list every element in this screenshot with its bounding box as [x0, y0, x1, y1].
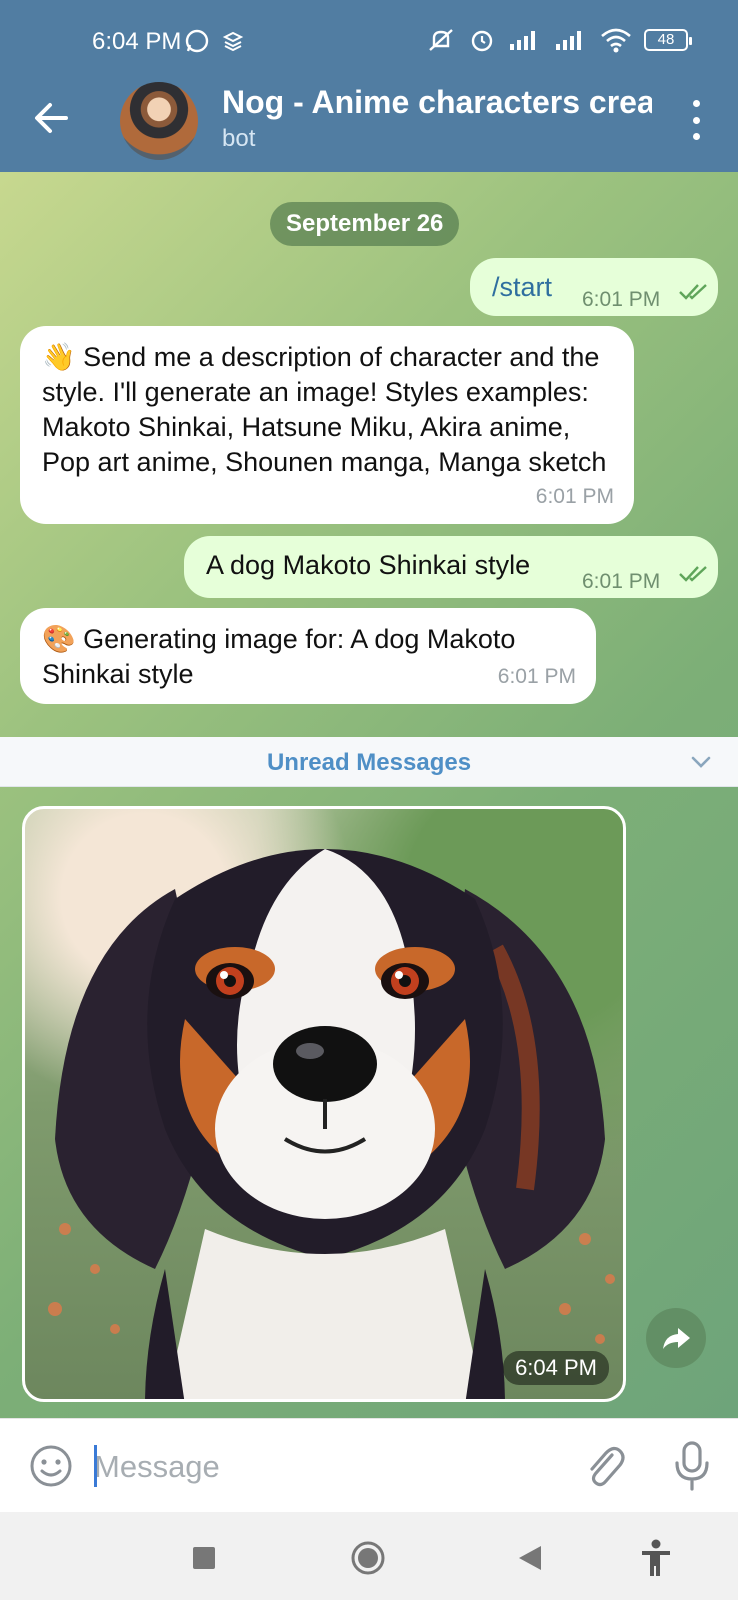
date-chip: September 26 [270, 202, 460, 246]
message-incoming[interactable]: 🎨 Generating image for: A dog Makoto Shi… [20, 608, 596, 704]
more-vert-icon [692, 100, 700, 107]
message-outgoing[interactable]: /start 6:01 PM [470, 258, 718, 316]
voice-message-button[interactable] [672, 1439, 712, 1493]
recents-button[interactable] [184, 1538, 224, 1578]
whatsapp-icon [185, 29, 209, 53]
home-button[interactable] [348, 1538, 388, 1578]
message-time: 6:01 PM [582, 288, 661, 311]
circle-icon [351, 1541, 385, 1575]
emoji-icon [30, 1445, 72, 1487]
back-arrow-icon [35, 103, 68, 133]
signal-icon [556, 31, 581, 50]
microphone-icon [675, 1441, 709, 1491]
share-arrow-icon [663, 1328, 690, 1349]
message-emoji: 🎨 [42, 624, 76, 654]
avatar[interactable] [120, 82, 198, 160]
chat-area[interactable]: September 26 /start 6:01 PM 👋 Send me a … [0, 172, 738, 1418]
accessibility-button[interactable] [636, 1538, 676, 1578]
message-time: 6:01 PM [535, 485, 614, 508]
message-emoji: 👋 [42, 342, 76, 372]
triangle-back-icon [519, 1546, 541, 1570]
status-time: 6:04 PM [92, 28, 182, 55]
chat-subtitle: bot [222, 125, 256, 152]
message-input[interactable] [94, 1445, 534, 1489]
chat-header-info[interactable]: Nog - Anime characters crea bot [222, 84, 652, 153]
chat-title: Nog - Anime characters crea [222, 84, 652, 120]
alarm-icon [471, 30, 493, 52]
message-time: 6:01 PM [582, 570, 661, 593]
square-icon [193, 1547, 215, 1569]
chevron-down-icon[interactable] [688, 749, 714, 775]
image-message[interactable]: 6:04 PM [22, 806, 626, 1402]
back-nav-button[interactable] [510, 1538, 550, 1578]
more-options-button[interactable] [684, 100, 708, 140]
text-cursor [94, 1445, 97, 1487]
message-text: A dog Makoto Shinkai style [206, 550, 531, 580]
message-text: Send me a description of character and t… [42, 342, 607, 477]
system-navigation-bar [0, 1512, 738, 1600]
battery-icon: 48 [644, 29, 692, 51]
signal-icon [510, 31, 535, 50]
dog-illustration [48, 849, 615, 1399]
message-incoming[interactable]: 👋 Send me a description of character and… [20, 326, 634, 524]
top-app-bar: 6:04 PM 48 Nog - Anime characters crea b… [0, 0, 738, 172]
emoji-button[interactable] [28, 1443, 74, 1489]
paperclip-icon [590, 1446, 625, 1487]
message-time: 6:01 PM [497, 665, 576, 688]
message-text: /start [492, 272, 553, 302]
status-bar: 6:04 PM 48 [0, 0, 738, 84]
back-button[interactable] [30, 96, 74, 140]
message-text: Generating image for: A dog Makoto Shink… [42, 624, 516, 689]
unread-messages-divider: Unread Messages [0, 737, 738, 787]
share-button[interactable] [646, 1308, 706, 1368]
message-input-bar [0, 1418, 738, 1512]
unread-messages-label: Unread Messages [266, 749, 472, 776]
attach-button[interactable] [582, 1441, 626, 1491]
double-check-icon [679, 284, 707, 300]
mute-icon [429, 29, 453, 51]
message-outgoing[interactable]: A dog Makoto Shinkai style 6:01 PM [184, 536, 718, 598]
double-check-icon [679, 566, 707, 582]
image-time: 6:04 PM [503, 1351, 609, 1385]
app-icon [222, 31, 244, 52]
wifi-icon [601, 28, 631, 53]
accessibility-icon [642, 1539, 670, 1576]
